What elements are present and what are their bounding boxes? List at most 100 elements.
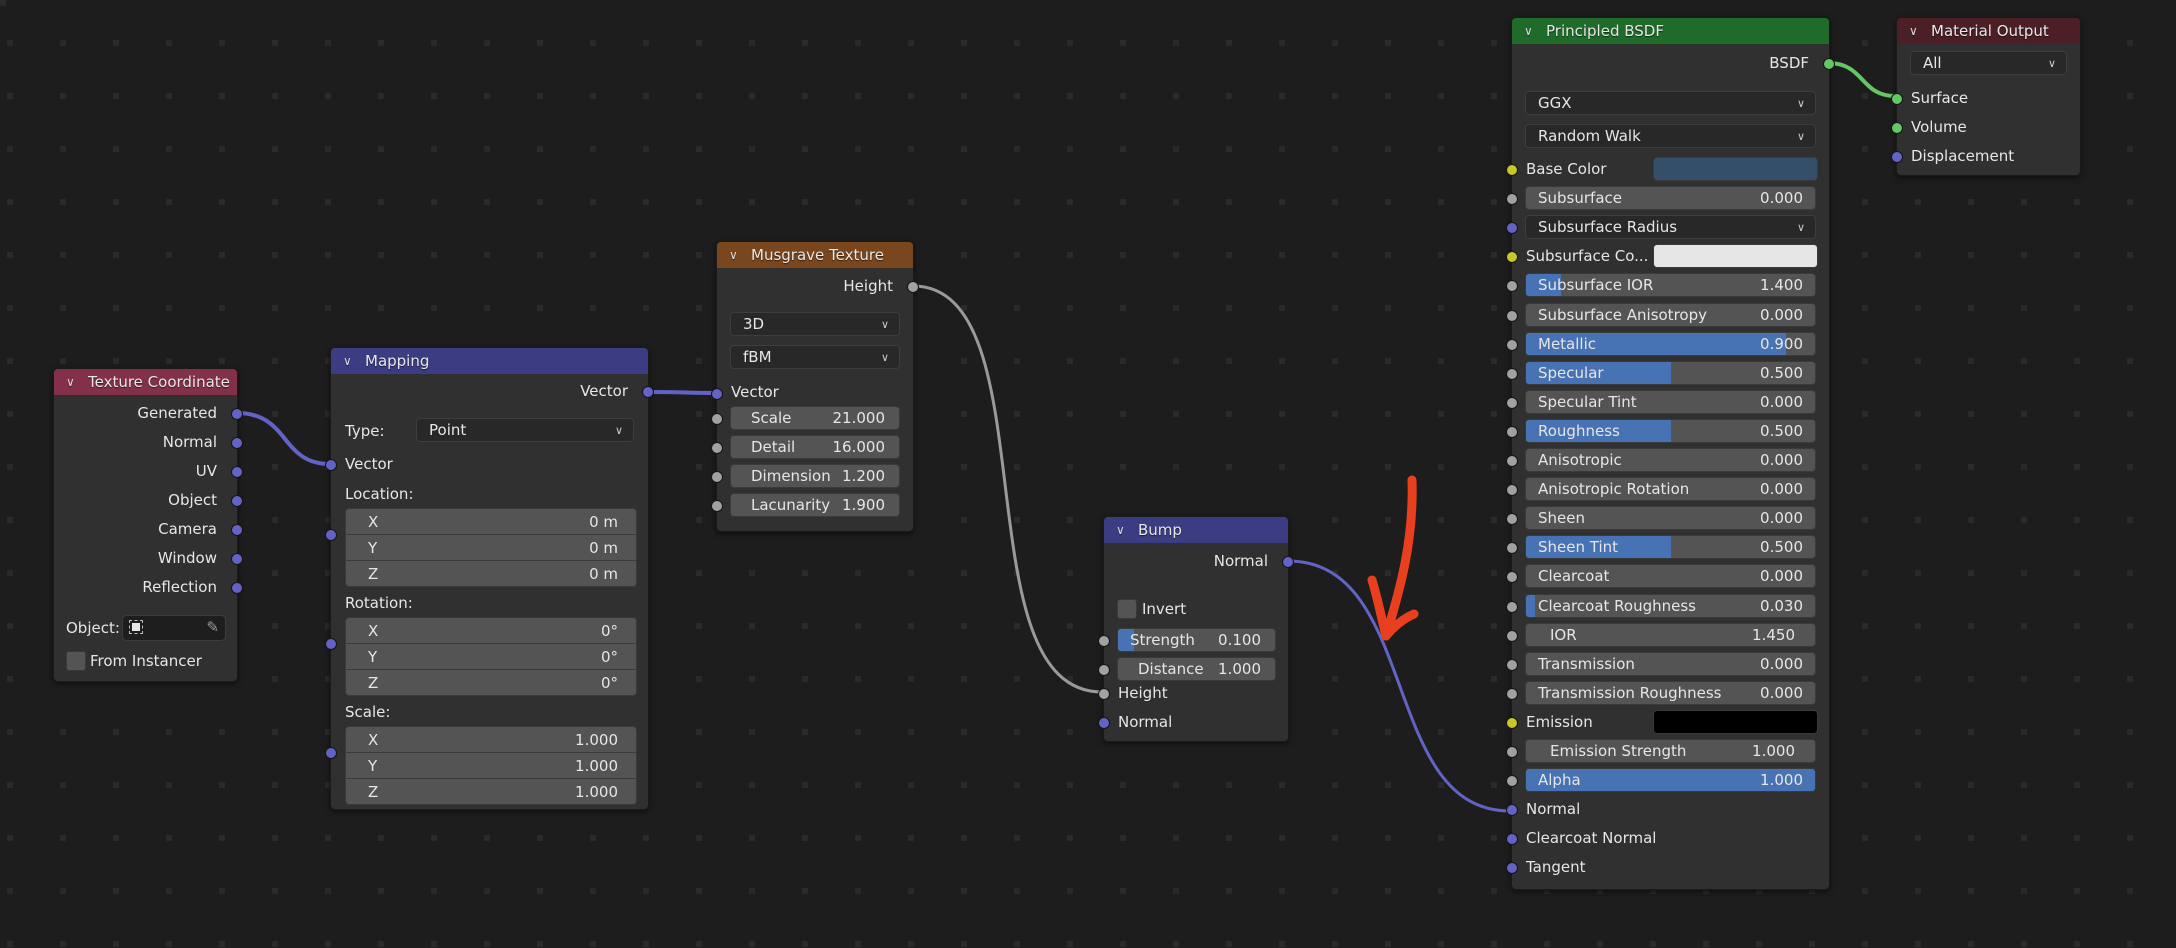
- ior-socket[interactable]: [1506, 630, 1518, 642]
- clearcoat-slider[interactable]: Clearcoat 0.000: [1525, 564, 1816, 588]
- input-vector-socket[interactable]: [711, 388, 723, 400]
- ior-slider[interactable]: IOR 1.450: [1525, 623, 1816, 647]
- emission-socket[interactable]: [1506, 717, 1518, 729]
- node-bump[interactable]: ∨ Bump Normal Invert Strength 0.100 Dist…: [1098, 516, 1294, 742]
- musgrave-type-dropdown[interactable]: fBM ∨: [730, 345, 900, 369]
- base-color-swatch[interactable]: [1653, 157, 1818, 181]
- output-bsdf-socket[interactable]: [1823, 58, 1835, 70]
- node-editor-canvas[interactable]: [0, 0, 2176, 948]
- alpha-slider[interactable]: Alpha 1.000: [1525, 768, 1816, 792]
- transmission-socket[interactable]: [1506, 659, 1518, 671]
- rotation-y-field[interactable]: Y 0°: [346, 644, 636, 670]
- input-height-socket[interactable]: [1098, 688, 1110, 700]
- input-tangent-socket[interactable]: [1506, 862, 1518, 874]
- node-header[interactable]: ∨ Bump: [1104, 517, 1288, 543]
- output-normal-socket[interactable]: [231, 437, 243, 449]
- type-dropdown[interactable]: Point ∨: [416, 418, 634, 442]
- scale-x-field[interactable]: X 1.000: [346, 727, 636, 753]
- rotation-socket[interactable]: [325, 638, 337, 650]
- input-volume-socket[interactable]: [1891, 122, 1903, 134]
- emission-swatch[interactable]: [1653, 710, 1818, 734]
- node-header[interactable]: ∨ Texture Coordinate: [54, 369, 237, 395]
- sheen-tint-slider[interactable]: Sheen Tint 0.500: [1525, 535, 1816, 559]
- subsurface-socket[interactable]: [1506, 193, 1518, 205]
- output-object-socket[interactable]: [231, 495, 243, 507]
- input-vector-socket[interactable]: [325, 459, 337, 471]
- transmission-roughness-slider[interactable]: Transmission Roughness 0.000: [1525, 681, 1816, 705]
- collapse-chevron-icon[interactable]: ∨: [66, 375, 80, 389]
- output-uv-socket[interactable]: [231, 466, 243, 478]
- clearcoat-roughness-slider[interactable]: Clearcoat Roughness 0.030: [1525, 594, 1816, 618]
- subsurface-ior-slider[interactable]: Subsurface IOR 1.400: [1525, 273, 1816, 297]
- subsurface-anisotropy-slider[interactable]: Subsurface Anisotropy 0.000: [1525, 303, 1816, 327]
- location-x-field[interactable]: X 0 m: [346, 509, 636, 535]
- collapse-chevron-icon[interactable]: ∨: [1909, 24, 1923, 38]
- from-instancer-checkbox[interactable]: [66, 651, 86, 671]
- input-normal-socket[interactable]: [1098, 717, 1110, 729]
- input-normal-socket[interactable]: [1506, 804, 1518, 816]
- node-mapping[interactable]: ∨ Mapping Vector Type: Point ∨ Vector Lo…: [325, 347, 654, 810]
- metallic-slider[interactable]: Metallic 0.900: [1525, 332, 1816, 356]
- target-dropdown[interactable]: All ∨: [1910, 51, 2067, 75]
- node-material-output[interactable]: ∨ Material Output All ∨ Surface Volume Dis…: [1891, 17, 2081, 176]
- sheen-tint-socket[interactable]: [1506, 542, 1518, 554]
- detail-field[interactable]: Detail 16.000: [730, 435, 900, 459]
- collapse-chevron-icon[interactable]: ∨: [1116, 523, 1130, 537]
- input-displacement-socket[interactable]: [1891, 151, 1903, 163]
- node-header[interactable]: ∨ Material Output: [1897, 18, 2080, 44]
- sheen-socket[interactable]: [1506, 513, 1518, 525]
- dimension-field[interactable]: Dimension 1.200: [730, 464, 900, 488]
- dimension-socket[interactable]: [711, 471, 723, 483]
- scale-socket[interactable]: [325, 747, 337, 759]
- scale-z-field[interactable]: Z 1.000: [346, 779, 636, 804]
- strength-slider[interactable]: Strength 0.100: [1117, 628, 1276, 652]
- node-header[interactable]: ∨ Musgrave Texture: [717, 242, 913, 268]
- location-z-field[interactable]: Z 0 m: [346, 561, 636, 586]
- lacunarity-field[interactable]: Lacunarity 1.900: [730, 493, 900, 517]
- alpha-socket[interactable]: [1506, 775, 1518, 787]
- node-principled-bsdf[interactable]: ∨ Principled BSDF BSDF GGX ∨ Random Walk…: [1506, 17, 1835, 890]
- input-clearcoat-normal-socket[interactable]: [1506, 833, 1518, 845]
- distribution-dropdown[interactable]: GGX ∨: [1525, 91, 1816, 115]
- lacunarity-socket[interactable]: [711, 500, 723, 512]
- distance-field[interactable]: Distance 1.000: [1117, 657, 1276, 681]
- scale-socket[interactable]: [711, 413, 723, 425]
- subsurface-anisotropy-socket[interactable]: [1506, 310, 1518, 322]
- eyedropper-icon[interactable]: ✎: [206, 618, 219, 636]
- dimensions-dropdown[interactable]: 3D ∨: [730, 312, 900, 336]
- specular-socket[interactable]: [1506, 368, 1518, 380]
- output-vector-socket[interactable]: [642, 386, 654, 398]
- node-musgrave-texture[interactable]: ∨ Musgrave Texture Height 3D ∨ fBM ∨ Vec…: [711, 241, 919, 532]
- rotation-x-field[interactable]: X 0°: [346, 618, 636, 644]
- collapse-chevron-icon[interactable]: ∨: [343, 354, 357, 368]
- anisotropic-socket[interactable]: [1506, 455, 1518, 467]
- subsurface-slider[interactable]: Subsurface 0.000: [1525, 186, 1816, 210]
- subsurface-color-socket[interactable]: [1506, 251, 1518, 263]
- scale-y-field[interactable]: Y 1.000: [346, 753, 636, 779]
- transmission-slider[interactable]: Transmission 0.000: [1525, 652, 1816, 676]
- detail-socket[interactable]: [711, 442, 723, 454]
- output-window-socket[interactable]: [231, 553, 243, 565]
- transmission-roughness-socket[interactable]: [1506, 688, 1518, 700]
- object-picker-field[interactable]: ✎: [122, 615, 226, 641]
- distance-socket[interactable]: [1098, 664, 1110, 676]
- roughness-socket[interactable]: [1506, 426, 1518, 438]
- invert-checkbox[interactable]: [1117, 599, 1137, 619]
- anisotropic-rotation-slider[interactable]: Anisotropic Rotation 0.000: [1525, 477, 1816, 501]
- collapse-chevron-icon[interactable]: ∨: [729, 248, 743, 262]
- subsurface-color-swatch[interactable]: [1653, 244, 1818, 268]
- roughness-slider[interactable]: Roughness 0.500: [1525, 419, 1816, 443]
- subsurface-method-dropdown[interactable]: Random Walk ∨: [1525, 124, 1816, 148]
- emission-strength-slider[interactable]: Emission Strength 1.000: [1525, 739, 1816, 763]
- strength-socket[interactable]: [1098, 635, 1110, 647]
- output-reflection-socket[interactable]: [231, 582, 243, 594]
- subsurface-radius-dropdown[interactable]: Subsurface Radius ∨: [1525, 215, 1816, 239]
- node-header[interactable]: ∨ Mapping: [331, 348, 648, 374]
- anisotropic-rotation-socket[interactable]: [1506, 484, 1518, 496]
- output-camera-socket[interactable]: [231, 524, 243, 536]
- output-generated-socket[interactable]: [231, 408, 243, 420]
- node-texture-coordinate[interactable]: ∨ Texture Coordinate Object: ✎ From Inst…: [53, 368, 243, 682]
- metallic-socket[interactable]: [1506, 339, 1518, 351]
- subsurface-radius-socket[interactable]: [1506, 222, 1518, 234]
- base-color-socket[interactable]: [1506, 164, 1518, 176]
